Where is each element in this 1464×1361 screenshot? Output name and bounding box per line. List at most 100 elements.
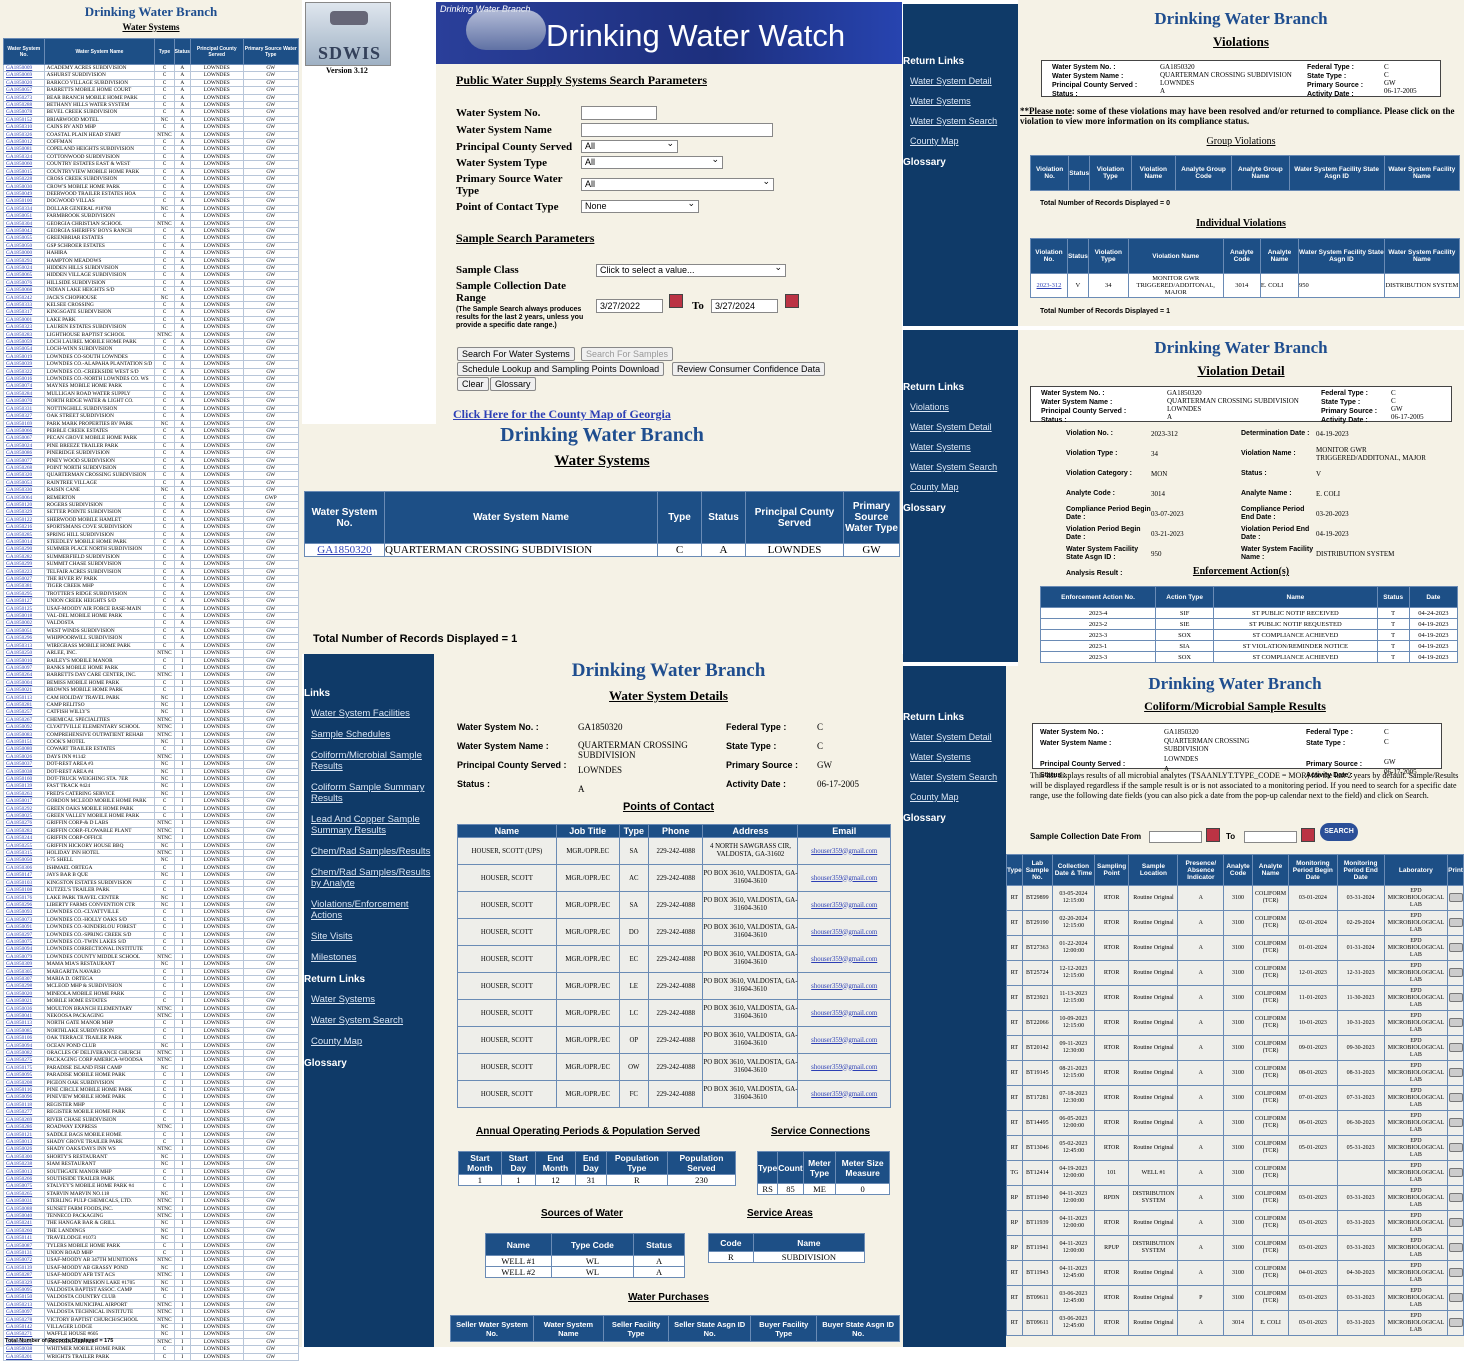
- water-system-link[interactable]: GA1850064: [3, 493, 45, 502]
- email-link[interactable]: shouser359@gmail.com: [797, 864, 891, 892]
- water-system-link[interactable]: GA1850095: [3, 1286, 45, 1295]
- email-link[interactable]: shouser359@gmail.com: [797, 891, 891, 919]
- water-system-link[interactable]: GA1850100: [3, 197, 45, 206]
- water-system-link[interactable]: GA1850257: [3, 708, 45, 717]
- calendar-icon[interactable]: [1206, 828, 1220, 842]
- water-system-link[interactable]: GA1850021: [3, 686, 45, 695]
- water-system-link[interactable]: GA1850026: [3, 1145, 45, 1154]
- water-system-link[interactable]: GA1850073: [3, 915, 45, 925]
- water-system-link[interactable]: GA1850296: [3, 634, 45, 643]
- water-system-link[interactable]: GA1850288: [3, 101, 45, 110]
- water-system-link[interactable]: GA1850304: [3, 219, 45, 228]
- email-link[interactable]: shouser359@gmail.com: [797, 1080, 891, 1108]
- water-system-link[interactable]: GA1850094: [3, 945, 45, 954]
- water-system-link[interactable]: GA1850118: [3, 1100, 45, 1110]
- water-system-link[interactable]: GA1850285: [3, 530, 45, 540]
- coliform-date-from-input[interactable]: [1149, 831, 1202, 843]
- water-system-link[interactable]: GA1850050: [3, 241, 45, 251]
- print-icon[interactable]: [1448, 1142, 1463, 1152]
- water-system-link[interactable]: GA1850068: [3, 286, 45, 295]
- nav-link[interactable]: Water Systems: [903, 91, 1018, 111]
- water-system-link[interactable]: GA1850139: [3, 782, 45, 791]
- system-type-select[interactable]: All: [581, 154, 723, 169]
- water-system-link[interactable]: GA1850306: [3, 863, 45, 873]
- water-system-link[interactable]: GA1850242: [3, 293, 45, 303]
- water-system-link[interactable]: GA1850296: [3, 900, 45, 910]
- print-icon[interactable]: [1448, 1292, 1463, 1302]
- water-system-link[interactable]: GA1850290: [3, 545, 45, 554]
- water-system-link[interactable]: GA1850097: [3, 663, 45, 673]
- water-system-link[interactable]: GA1850097: [3, 1308, 45, 1317]
- water-system-link[interactable]: GA1850106: [3, 1034, 45, 1043]
- water-system-link[interactable]: GA1850295: [3, 589, 45, 599]
- nav-link[interactable]: Water Systems: [903, 747, 1006, 767]
- water-system-link[interactable]: GA1850281: [3, 700, 45, 710]
- water-system-link[interactable]: GA1850255: [3, 841, 45, 851]
- water-system-link[interactable]: GA1850152: [3, 115, 45, 125]
- water-system-link[interactable]: GA1850113: [3, 693, 45, 702]
- print-icon[interactable]: [1448, 1067, 1463, 1077]
- water-system-link[interactable]: GA1850009: [3, 63, 45, 73]
- water-system-link[interactable]: GA1850287: [3, 1271, 45, 1280]
- water-system-link[interactable]: GA1850059: [3, 338, 45, 347]
- water-system-link[interactable]: GA1850297: [3, 930, 45, 939]
- print-icon[interactable]: [1448, 1217, 1463, 1227]
- water-system-link[interactable]: GA1850057: [3, 86, 45, 95]
- water-system-link[interactable]: GA1850012: [3, 138, 45, 147]
- water-system-link[interactable]: GA1850037: [3, 760, 45, 769]
- nav-link[interactable]: County Map: [903, 477, 1018, 497]
- nav-link[interactable]: Milestones: [304, 947, 434, 968]
- water-system-link[interactable]: GA1850273: [3, 93, 45, 103]
- water-system-link[interactable]: GA1850067: [3, 434, 45, 443]
- water-system-link[interactable]: GA1850065: [3, 271, 45, 280]
- violation-link[interactable]: 2023-312: [1037, 282, 1062, 289]
- nav-link[interactable]: Lead And Copper Sample Summary Results: [304, 809, 434, 841]
- water-system-link[interactable]: GA1850025: [3, 812, 45, 821]
- email-link[interactable]: shouser359@gmail.com: [797, 999, 891, 1027]
- water-system-link[interactable]: GA1850324: [3, 152, 45, 162]
- water-system-link[interactable]: GA1850150: [3, 1293, 45, 1302]
- water-system-link[interactable]: GA1850141: [3, 1234, 45, 1243]
- water-system-link[interactable]: GA1850049: [3, 189, 45, 199]
- water-system-link[interactable]: GA1850293: [3, 256, 45, 265]
- water-system-link[interactable]: GA1850276: [3, 819, 45, 828]
- water-system-link[interactable]: GA1850051: [3, 212, 45, 221]
- glossary-link[interactable]: Glossary: [304, 1052, 434, 1073]
- email-link[interactable]: shouser359@gmail.com: [797, 1053, 891, 1081]
- water-system-link[interactable]: GA1850078: [3, 108, 45, 117]
- water-system-link[interactable]: GA1850096: [3, 1093, 45, 1102]
- nav-link[interactable]: County Map: [903, 787, 1006, 807]
- water-system-link[interactable]: GA1850079: [3, 952, 45, 962]
- water-system-link[interactable]: GA1850021: [3, 997, 45, 1006]
- water-system-link[interactable]: GA1850320: [317, 544, 371, 556]
- water-system-link[interactable]: GA1850142: [3, 1323, 45, 1332]
- water-system-link[interactable]: GA1850151: [3, 737, 45, 747]
- print-icon[interactable]: [1448, 1242, 1463, 1252]
- email-link[interactable]: shouser359@gmail.com: [797, 972, 891, 1000]
- nav-link[interactable]: Water System Search: [304, 1010, 434, 1031]
- search-water-systems-button[interactable]: Search For Water Systems: [457, 347, 575, 361]
- print-icon[interactable]: [1448, 1117, 1463, 1127]
- water-system-link[interactable]: GA1850014: [3, 537, 45, 547]
- water-system-link[interactable]: GA1850169: [3, 419, 45, 428]
- water-system-link[interactable]: GA1850076: [3, 278, 45, 288]
- water-system-link[interactable]: GA1850077: [3, 456, 45, 465]
- water-system-link[interactable]: GA1850004: [3, 678, 45, 688]
- water-system-link[interactable]: GA1850000: [3, 249, 45, 258]
- water-system-link[interactable]: GA1850094: [3, 1041, 45, 1051]
- email-link[interactable]: shouser359@gmail.com: [797, 918, 891, 946]
- water-system-link[interactable]: GA1850103: [3, 878, 45, 888]
- water-system-link[interactable]: GA1850087: [3, 1241, 45, 1251]
- glossary-button[interactable]: Glossary: [490, 377, 536, 391]
- water-system-name-input[interactable]: [581, 123, 773, 137]
- email-link[interactable]: shouser359@gmail.com: [797, 945, 891, 973]
- nav-link[interactable]: Water System Search: [903, 111, 1018, 131]
- calendar-icon[interactable]: [669, 294, 683, 308]
- search-samples-button[interactable]: Search For Samples: [581, 347, 674, 361]
- glossary-link[interactable]: Glossary: [903, 807, 1006, 828]
- water-system-link[interactable]: GA1850263: [3, 789, 45, 799]
- water-system-link[interactable]: GA1850024: [3, 263, 45, 273]
- nav-link[interactable]: Water System Detail: [903, 417, 1018, 437]
- glossary-link[interactable]: Glossary: [903, 151, 1018, 172]
- water-system-link[interactable]: GA1850122: [3, 515, 45, 525]
